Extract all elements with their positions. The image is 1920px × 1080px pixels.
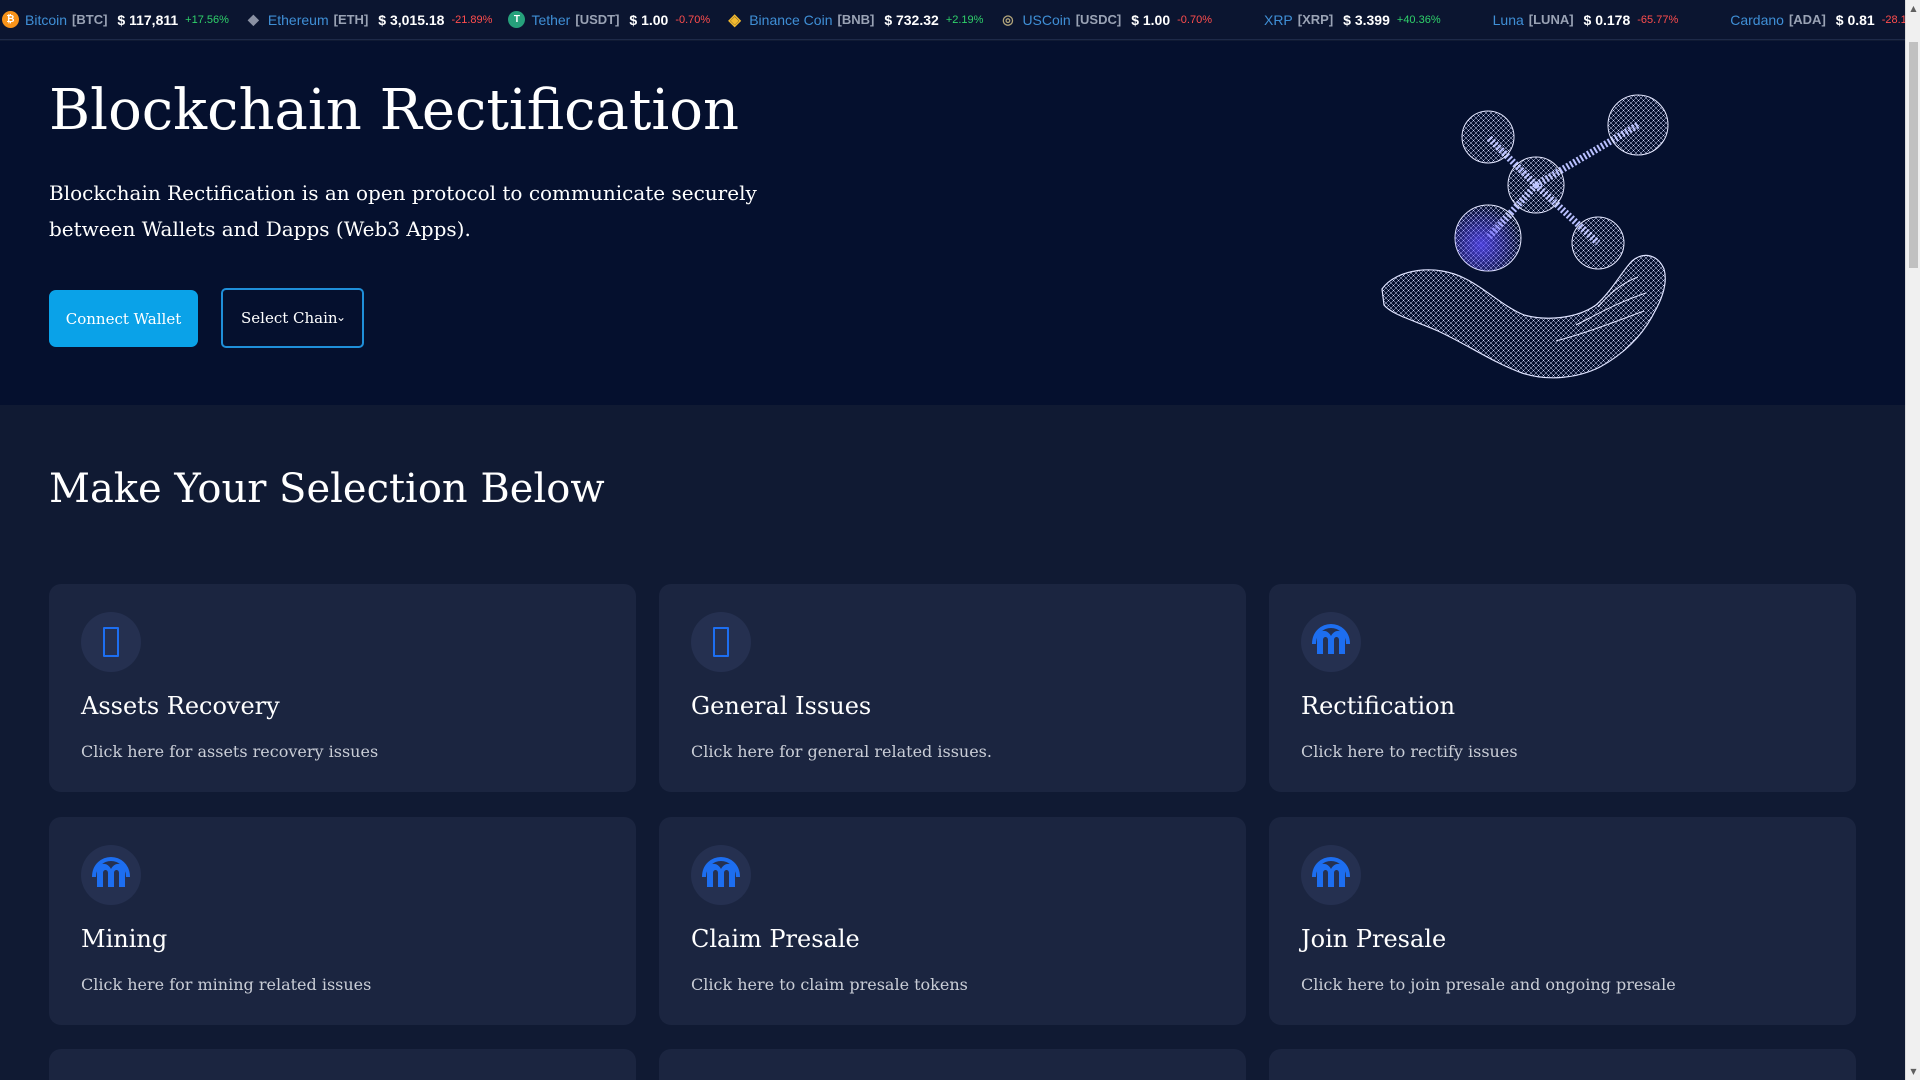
hero-section: Blockchain Rectification Blockchain Rect… — [0, 41, 1905, 405]
card-description: Click here for assets recovery issues — [81, 742, 379, 761]
card-title: General Issues — [691, 692, 872, 720]
scroll-up-arrow-icon[interactable]: ▲ — [1906, 0, 1920, 17]
ticker-name: USCoin — [1022, 11, 1071, 28]
m-logo-icon — [1301, 612, 1361, 672]
card-partial[interactable] — [659, 1049, 1246, 1080]
ticker-change: -65.77% — [1637, 13, 1679, 26]
card-partial[interactable] — [49, 1049, 636, 1080]
ticker-price: $ 0.178 — [1583, 11, 1631, 28]
bitcoin-icon: ₿ — [2, 11, 19, 28]
card-description: Click here to join presale and ongoing p… — [1301, 975, 1676, 994]
card-claim-presale[interactable]: Claim Presale Click here to claim presal… — [659, 817, 1246, 1025]
ticker-name: Bitcoin — [25, 11, 68, 28]
ticker-item-eth[interactable]: ◆ Ethereum [ETH] $ 3,015.18 -21.89% — [245, 11, 493, 28]
card-title: Claim Presale — [691, 925, 860, 953]
chevron-down-icon: ⌄ — [335, 310, 346, 324]
ticker-name: XRP — [1263, 11, 1293, 28]
card-title: Mining — [81, 925, 168, 953]
card-mining[interactable]: Mining Click here for mining related iss… — [49, 817, 636, 1025]
scrollbar-thumb[interactable] — [1909, 42, 1918, 268]
ticker-change: +40.36% — [1396, 13, 1441, 26]
price-ticker: ₿ Bitcoin [BTC] $ 117,811 +17.56% ◆ Ethe… — [0, 0, 1905, 40]
ticker-name: Tether — [531, 11, 571, 28]
ethereum-icon: ◆ — [248, 11, 259, 27]
xrp-icon — [1248, 11, 1258, 28]
ticker-item-xrp[interactable]: XRP [XRP] $ 3.399 +40.36% — [1248, 11, 1441, 28]
card-description: Click here to rectify issues — [1301, 742, 1518, 761]
ticker-item-bnb[interactable]: ◈ Binance Coin [BNB] $ 732.32 +2.19% — [726, 11, 984, 29]
ticker-name: Ethereum — [267, 11, 329, 28]
card-title: Rectification — [1301, 692, 1456, 720]
ticker-symbol: [ETH] — [333, 12, 369, 27]
usdc-icon: ◎ — [1002, 11, 1014, 27]
ticker-change: +17.56% — [185, 13, 229, 26]
ticker-symbol: [BNB] — [837, 12, 875, 27]
card-assets-recovery[interactable]: Assets Recovery Click here for assets re… — [49, 584, 636, 792]
card-rectification[interactable]: Rectification Click here to rectify issu… — [1269, 584, 1856, 792]
card-title: Join Presale — [1301, 925, 1447, 953]
ticker-name: Luna — [1492, 11, 1524, 28]
wireframe-hand-molecule-illustration — [1381, 94, 1669, 379]
ticker-change: -28.16% — [1881, 13, 1905, 26]
card-title: Assets Recovery — [81, 692, 280, 720]
ticker-price: $ 1.00 — [629, 11, 669, 28]
ticker-symbol: [XRP] — [1297, 12, 1334, 27]
tether-icon: T — [508, 11, 526, 28]
ticker-change: -21.89% — [451, 13, 493, 26]
scroll-down-arrow-icon[interactable]: ▼ — [1906, 1063, 1920, 1080]
hero-description: Blockchain Rectification is an open prot… — [49, 181, 757, 241]
cardano-icon — [1714, 11, 1724, 28]
luna-icon — [1477, 11, 1487, 28]
binance-coin-icon: ◈ — [728, 11, 741, 29]
missing-glyph-icon — [81, 612, 141, 672]
ticker-item-ada[interactable]: Cardano [ADA] $ 0.81 -28.16% — [1714, 11, 1905, 28]
ticker-item-luna[interactable]: Luna [LUNA] $ 0.178 -65.77% — [1477, 11, 1679, 28]
m-logo-icon — [1301, 845, 1361, 905]
ticker-item-usdc[interactable]: ◎ USCoin [USDC] $ 1.00 -0.70% — [999, 11, 1212, 28]
ticker-symbol: [USDT] — [575, 12, 620, 27]
card-join-presale[interactable]: Join Presale Click here to join presale … — [1269, 817, 1856, 1025]
ticker-change: +2.19% — [945, 13, 984, 26]
ticker-symbol: [BTC] — [72, 12, 108, 27]
ticker-symbol: [LUNA] — [1528, 12, 1574, 27]
card-partial[interactable] — [1269, 1049, 1856, 1080]
ticker-name: Cardano — [1730, 11, 1784, 28]
ticker-item-usdt[interactable]: T Tether [USDT] $ 1.00 -0.70% — [508, 11, 710, 28]
ticker-symbol: [USDC] — [1075, 12, 1122, 27]
m-logo-icon — [81, 845, 141, 905]
section-title: Make Your Selection Below — [49, 466, 605, 512]
m-logo-icon — [691, 845, 751, 905]
ticker-price: $ 0.81 — [1835, 11, 1875, 28]
ticker-name: Binance Coin — [749, 11, 833, 28]
ticker-price: $ 1.00 — [1131, 11, 1171, 28]
connect-wallet-button[interactable]: Connect Wallet — [49, 290, 198, 347]
hero-title: Blockchain Rectification — [49, 78, 740, 143]
page-scrollbar[interactable]: ▲ ▼ — [1905, 0, 1920, 1080]
ticker-price: $ 3.399 — [1343, 11, 1390, 28]
ticker-price: $ 117,811 — [117, 11, 179, 28]
card-description: Click here for mining related issues — [81, 975, 372, 994]
card-description: Click here to claim presale tokens — [691, 975, 968, 994]
ticker-symbol: [ADA] — [1788, 12, 1826, 27]
card-description: Click here for general related issues. — [691, 742, 992, 761]
missing-glyph-icon — [691, 612, 751, 672]
ticker-item-btc[interactable]: ₿ Bitcoin [BTC] $ 117,811 +17.56% — [0, 11, 229, 28]
ticker-change: -0.70% — [1177, 13, 1212, 26]
chain-select[interactable]: Select Chain ⌄ — [221, 288, 364, 348]
ticker-change: -0.70% — [675, 13, 711, 26]
ticker-price: $ 732.32 — [884, 11, 939, 28]
ticker-price: $ 3,015.18 — [378, 11, 445, 28]
card-general-issues[interactable]: General Issues Click here for general re… — [659, 584, 1246, 792]
chain-select-label: Select Chain — [241, 309, 338, 327]
